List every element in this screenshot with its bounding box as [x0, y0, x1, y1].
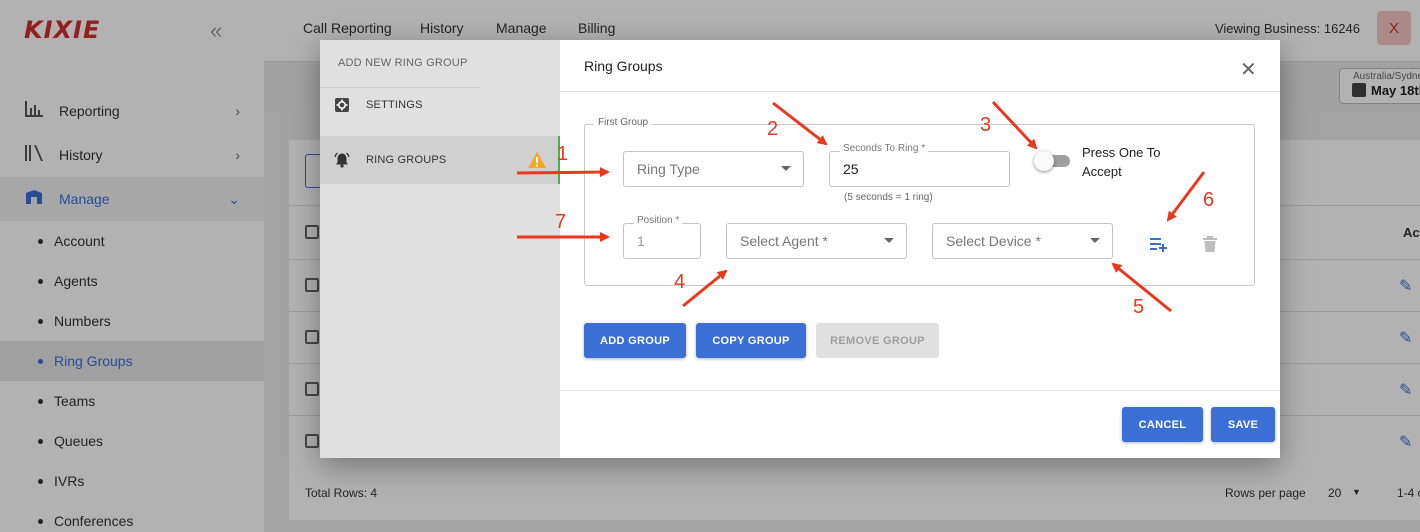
select-agent-placeholder: Select Agent * [740, 233, 828, 249]
bell-icon [334, 152, 350, 168]
delete-row-icon[interactable] [1203, 236, 1217, 257]
annotation-label-1: 1 [557, 143, 569, 165]
toggle-knob [1034, 151, 1054, 171]
dialog-side-title: ADD NEW RING GROUP [338, 57, 468, 69]
position-value: 1 [637, 233, 645, 249]
caret-down-icon [884, 238, 894, 243]
dialog-side-nav: ADD NEW RING GROUP SETTINGS RING GROUPS [320, 40, 560, 458]
seconds-to-ring-input[interactable]: 25 [829, 151, 1010, 187]
side-tab-label: SETTINGS [366, 99, 423, 111]
caret-down-icon [1090, 238, 1100, 243]
warning-icon [528, 152, 546, 171]
position-label: Position * [634, 215, 683, 226]
ring-group-dialog: ADD NEW RING GROUP SETTINGS RING GROUPS … [320, 40, 1280, 458]
side-tab-label: RING GROUPS [366, 154, 447, 166]
seconds-to-ring-hint: (5 seconds = 1 ring) [844, 192, 933, 203]
annotation-label-5: 5 [1133, 296, 1145, 318]
seconds-to-ring-value: 25 [843, 161, 859, 177]
remove-group-button[interactable]: REMOVE GROUP [816, 323, 939, 358]
add-agent-row-icon[interactable] [1150, 236, 1168, 257]
divider [560, 390, 1280, 391]
select-agent-dropdown[interactable]: Select Agent * [726, 223, 907, 259]
dialog-title: Ring Groups [584, 58, 663, 74]
press-one-label: Press One To Accept [1082, 145, 1161, 179]
seconds-to-ring-label: Seconds To Ring * [840, 143, 929, 154]
caret-down-icon [781, 166, 791, 171]
gear-icon [334, 97, 350, 113]
annotation-label-7: 7 [555, 211, 567, 233]
copy-group-button[interactable]: COPY GROUP [696, 323, 806, 358]
position-input[interactable]: 1 [623, 223, 701, 259]
annotation-label-4: 4 [674, 271, 686, 293]
press-one-toggle[interactable] [1034, 151, 1070, 171]
close-icon[interactable]: ✕ [1240, 60, 1257, 80]
annotation-label-2: 2 [767, 118, 779, 140]
side-tab-ring-groups[interactable]: RING GROUPS [320, 136, 560, 184]
add-group-button[interactable]: ADD GROUP [584, 323, 686, 358]
save-button[interactable]: SAVE [1211, 407, 1275, 442]
ring-type-select[interactable]: Ring Type [623, 151, 804, 187]
ring-type-placeholder: Ring Type [637, 161, 700, 177]
cancel-button[interactable]: CANCEL [1122, 407, 1203, 442]
select-device-placeholder: Select Device * [946, 233, 1041, 249]
divider [560, 91, 1280, 92]
annotation-label-6: 6 [1203, 189, 1215, 211]
side-tab-settings[interactable]: SETTINGS [320, 81, 560, 129]
annotation-label-3: 3 [980, 114, 992, 136]
select-device-dropdown[interactable]: Select Device * [932, 223, 1113, 259]
group-legend: First Group [594, 117, 653, 128]
